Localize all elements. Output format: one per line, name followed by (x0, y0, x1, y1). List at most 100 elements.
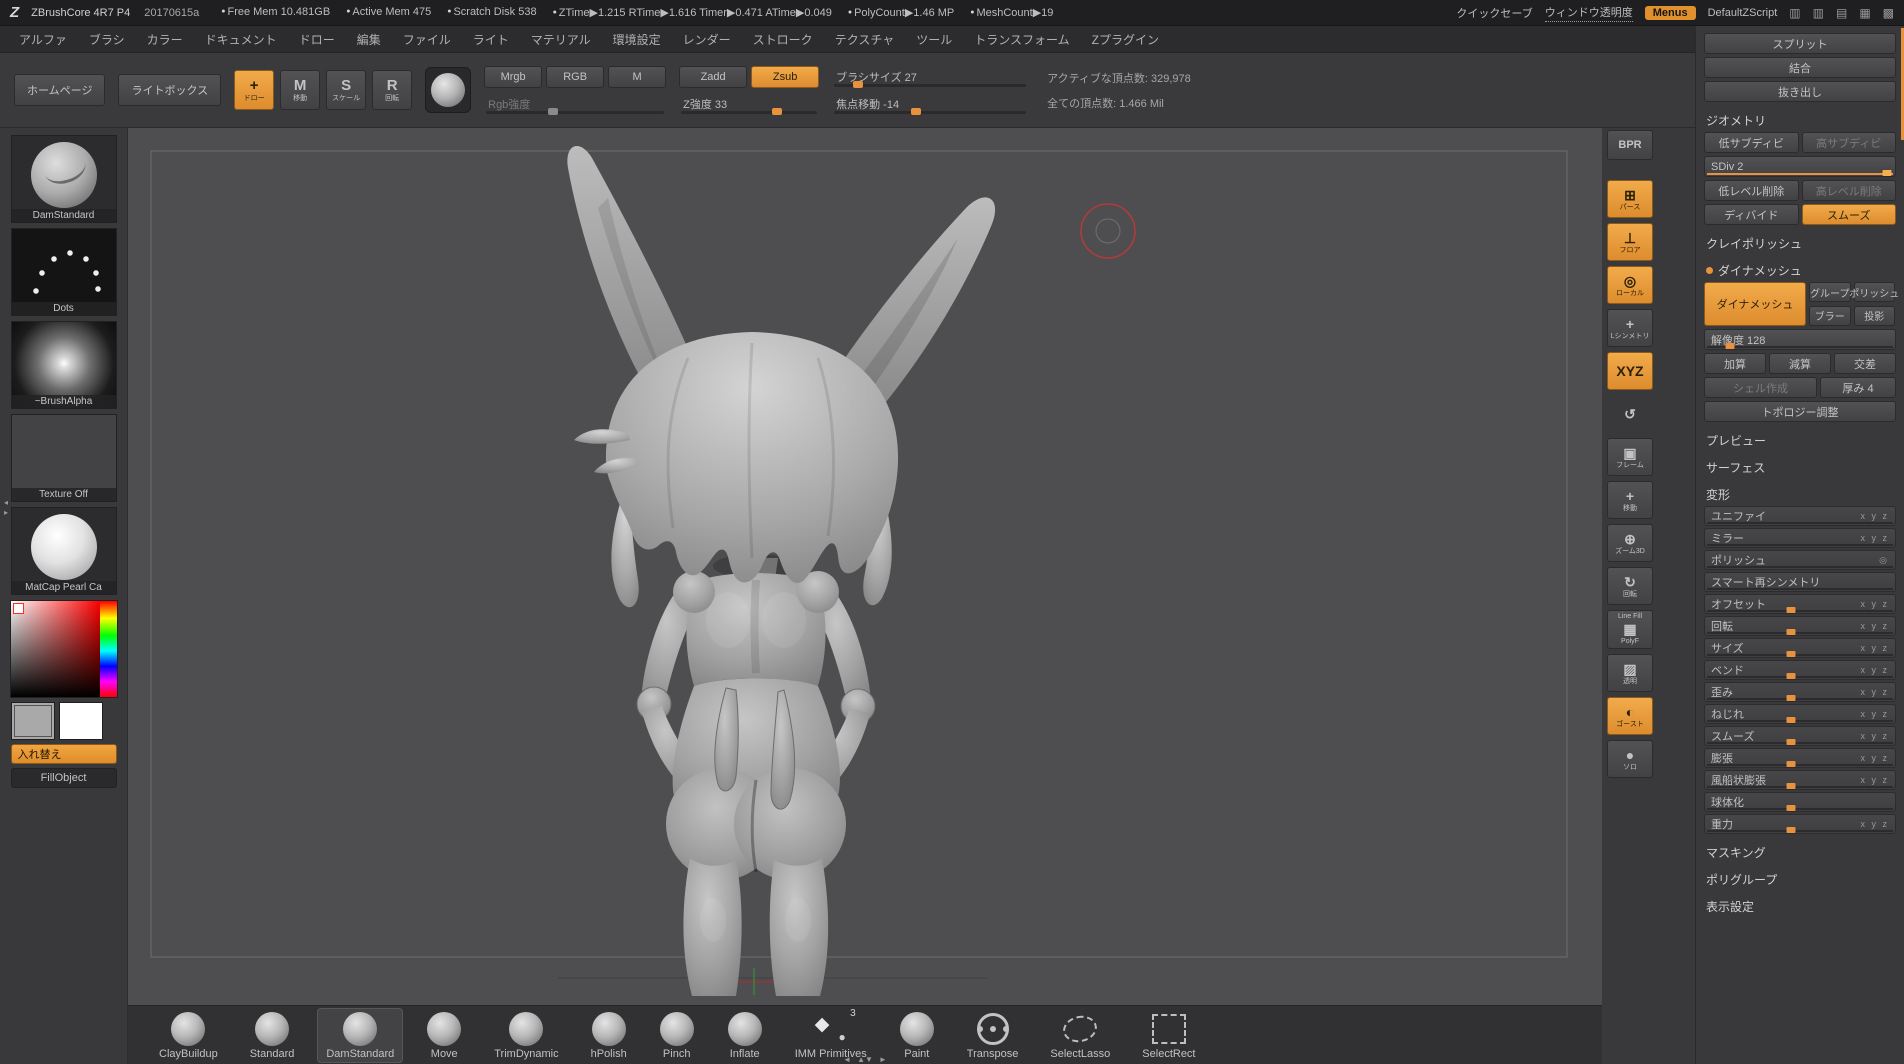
tray-brush[interactable]: Move (417, 1008, 471, 1063)
view-control-button[interactable]: ◐ ゴースト (1607, 697, 1653, 735)
deform-slider[interactable]: スムーズ x y z (1704, 726, 1896, 746)
zscript-label[interactable]: DefaultZScript (1708, 7, 1778, 19)
mrgb-button[interactable]: Mrgb (484, 66, 542, 88)
tray-brush[interactable]: Inflate (718, 1008, 772, 1063)
view-control-button[interactable]: Line Fill ▦ PolyF (1607, 610, 1653, 649)
current-material-thumbnail[interactable] (425, 67, 471, 113)
grid-layout-icon[interactable]: ▩ (1883, 6, 1894, 20)
axis-toggles[interactable]: x y z (1860, 731, 1889, 741)
zadd-button[interactable]: Zadd (679, 66, 747, 88)
tray-brush[interactable]: Pinch (650, 1008, 704, 1063)
axis-toggles[interactable]: x y z (1860, 665, 1889, 675)
sdiv-handle[interactable] (1883, 170, 1892, 176)
zsub-button[interactable]: Zsub (751, 66, 819, 88)
sculpt-viewport[interactable] (128, 128, 1602, 1005)
deform-slider[interactable]: 重力 x y z (1704, 814, 1896, 834)
deform-handle[interactable] (1786, 827, 1795, 833)
hue-strip[interactable] (100, 601, 117, 697)
deform-slider[interactable]: ベンド x y z (1704, 660, 1896, 680)
menu-item[interactable]: マテリアル (520, 27, 602, 52)
view-control-button[interactable]: ⊥ フロア (1607, 223, 1653, 261)
subtool-action-button[interactable]: 抜き出し (1704, 81, 1896, 102)
secondary-color-swatch[interactable] (59, 702, 103, 740)
deform-slider[interactable]: ミラー x y z (1704, 528, 1896, 548)
quicksave-button[interactable]: クイックセーブ (1456, 5, 1532, 21)
tray-brush[interactable]: ClayBuildup (150, 1008, 227, 1063)
menu-item[interactable]: ドロー (288, 27, 346, 52)
dynamesh-group-button[interactable]: グループ (1809, 282, 1850, 302)
shelf-pager-arrows[interactable]: ◂▸ (0, 498, 12, 518)
create-shell-button[interactable]: シェル作成 (1704, 377, 1817, 398)
menu-item[interactable]: 編集 (346, 27, 392, 52)
tray-brush[interactable]: Standard (241, 1008, 304, 1063)
deform-slider[interactable]: ポリッシュ ◎ (1704, 550, 1896, 570)
brush-size-handle[interactable] (853, 81, 863, 88)
dynamesh-blur-button[interactable]: ブラー (1809, 306, 1850, 326)
tray-brush[interactable]: Paint (890, 1008, 944, 1063)
tray-brush[interactable]: Transpose (958, 1008, 1028, 1063)
view-control-button[interactable]: ↻ 回転 (1607, 567, 1653, 605)
view-control-button[interactable]: ▣ フレーム (1607, 438, 1653, 476)
resource-thumbnail[interactable]: Texture Off (11, 414, 117, 502)
deform-slider[interactable]: 膨張 x y z (1704, 748, 1896, 768)
subtool-action-button[interactable]: 結合 (1704, 57, 1896, 78)
axis-toggles[interactable]: x y z (1860, 775, 1889, 785)
axis-toggles[interactable]: x y z (1860, 819, 1889, 829)
mixer-icon[interactable]: ▥ (1789, 6, 1800, 20)
mode-button[interactable]: M 移動 (280, 70, 320, 110)
resource-thumbnail[interactable]: ~BrushAlpha (11, 321, 117, 409)
delete-lower-button[interactable]: 低レベル削除 (1704, 180, 1799, 201)
deform-slider[interactable]: スマート再シンメトリ (1704, 572, 1896, 592)
divide-button[interactable]: ディバイド (1704, 204, 1799, 225)
axis-toggles[interactable]: ◎ (1879, 555, 1889, 566)
deform-slider[interactable]: 球体化 (1704, 792, 1896, 812)
mode-button[interactable]: R 回転 (372, 70, 412, 110)
deform-slider[interactable]: 風船状膨張 x y z (1704, 770, 1896, 790)
tray-brush[interactable]: hPolish (582, 1008, 636, 1063)
dynamesh-button[interactable]: ダイナメッシュ (1704, 282, 1806, 326)
menu-item[interactable]: ツール (905, 27, 963, 52)
delete-higher-button[interactable]: 高レベル削除 (1802, 180, 1897, 201)
dynamesh-polish-button[interactable]: ポリッシュ (1854, 282, 1895, 302)
deform-handle[interactable] (1786, 695, 1795, 701)
focal-shift-slider[interactable]: 焦点移動 -14 (832, 93, 1028, 115)
focal-shift-handle[interactable] (911, 108, 921, 115)
view-control-button[interactable]: ◎ ローカル (1607, 266, 1653, 304)
deformation-section-header[interactable]: 変形 (1706, 486, 1894, 503)
deform-slider[interactable]: ユニファイ x y z (1704, 506, 1896, 526)
view-control-button[interactable]: + 移動 (1607, 481, 1653, 519)
z-intensity-slider[interactable]: Z強度 33 (679, 93, 819, 115)
dynamesh-add-button[interactable]: 加算 (1704, 353, 1766, 374)
mode-button[interactable]: + ドロー (234, 70, 274, 110)
topology-adjust-button[interactable]: トポロジー調整 (1704, 401, 1896, 422)
menu-item[interactable]: トランスフォーム (963, 27, 1080, 52)
display-settings-section-header[interactable]: 表示設定 (1706, 898, 1894, 915)
resource-thumbnail[interactable]: MatCap Pearl Ca (11, 507, 117, 595)
higher-subdiv-button[interactable]: 高サブディビ (1802, 132, 1897, 153)
homepage-button[interactable]: ホームページ (14, 74, 105, 106)
view-control-button[interactable]: ⊕ ズーム3D (1607, 524, 1653, 562)
deform-slider[interactable]: ねじれ x y z (1704, 704, 1896, 724)
resource-thumbnail[interactable]: DamStandard (11, 135, 117, 223)
dynamesh-and-button[interactable]: 交差 (1834, 353, 1896, 374)
preview-section-header[interactable]: プレビュー (1706, 432, 1894, 449)
view-control-button[interactable]: ↺ (1607, 395, 1653, 433)
deform-handle[interactable] (1786, 673, 1795, 679)
menu-item[interactable]: 環境設定 (602, 27, 672, 52)
deform-handle[interactable] (1786, 629, 1795, 635)
tray-brush[interactable]: DamStandard (317, 1008, 403, 1063)
deform-handle[interactable] (1786, 651, 1795, 657)
menu-item[interactable]: ストローク (742, 27, 824, 52)
tray-brush[interactable]: TrimDynamic (485, 1008, 567, 1063)
resource-thumbnail[interactable]: Dots (11, 228, 117, 316)
menus-button[interactable]: Menus (1645, 6, 1696, 20)
deform-handle[interactable] (1786, 783, 1795, 789)
dynamesh-sub-button[interactable]: 減算 (1769, 353, 1831, 374)
rgb-intensity-handle[interactable] (548, 108, 558, 115)
menu-item[interactable]: ファイル (392, 27, 462, 52)
saturation-value-square[interactable] (11, 601, 100, 697)
menu-item[interactable]: ブラシ (78, 27, 136, 52)
menu-item[interactable]: アルファ (8, 27, 78, 52)
resolution-handle[interactable] (1725, 343, 1734, 349)
dynamesh-project-button[interactable]: 投影 (1854, 306, 1895, 326)
